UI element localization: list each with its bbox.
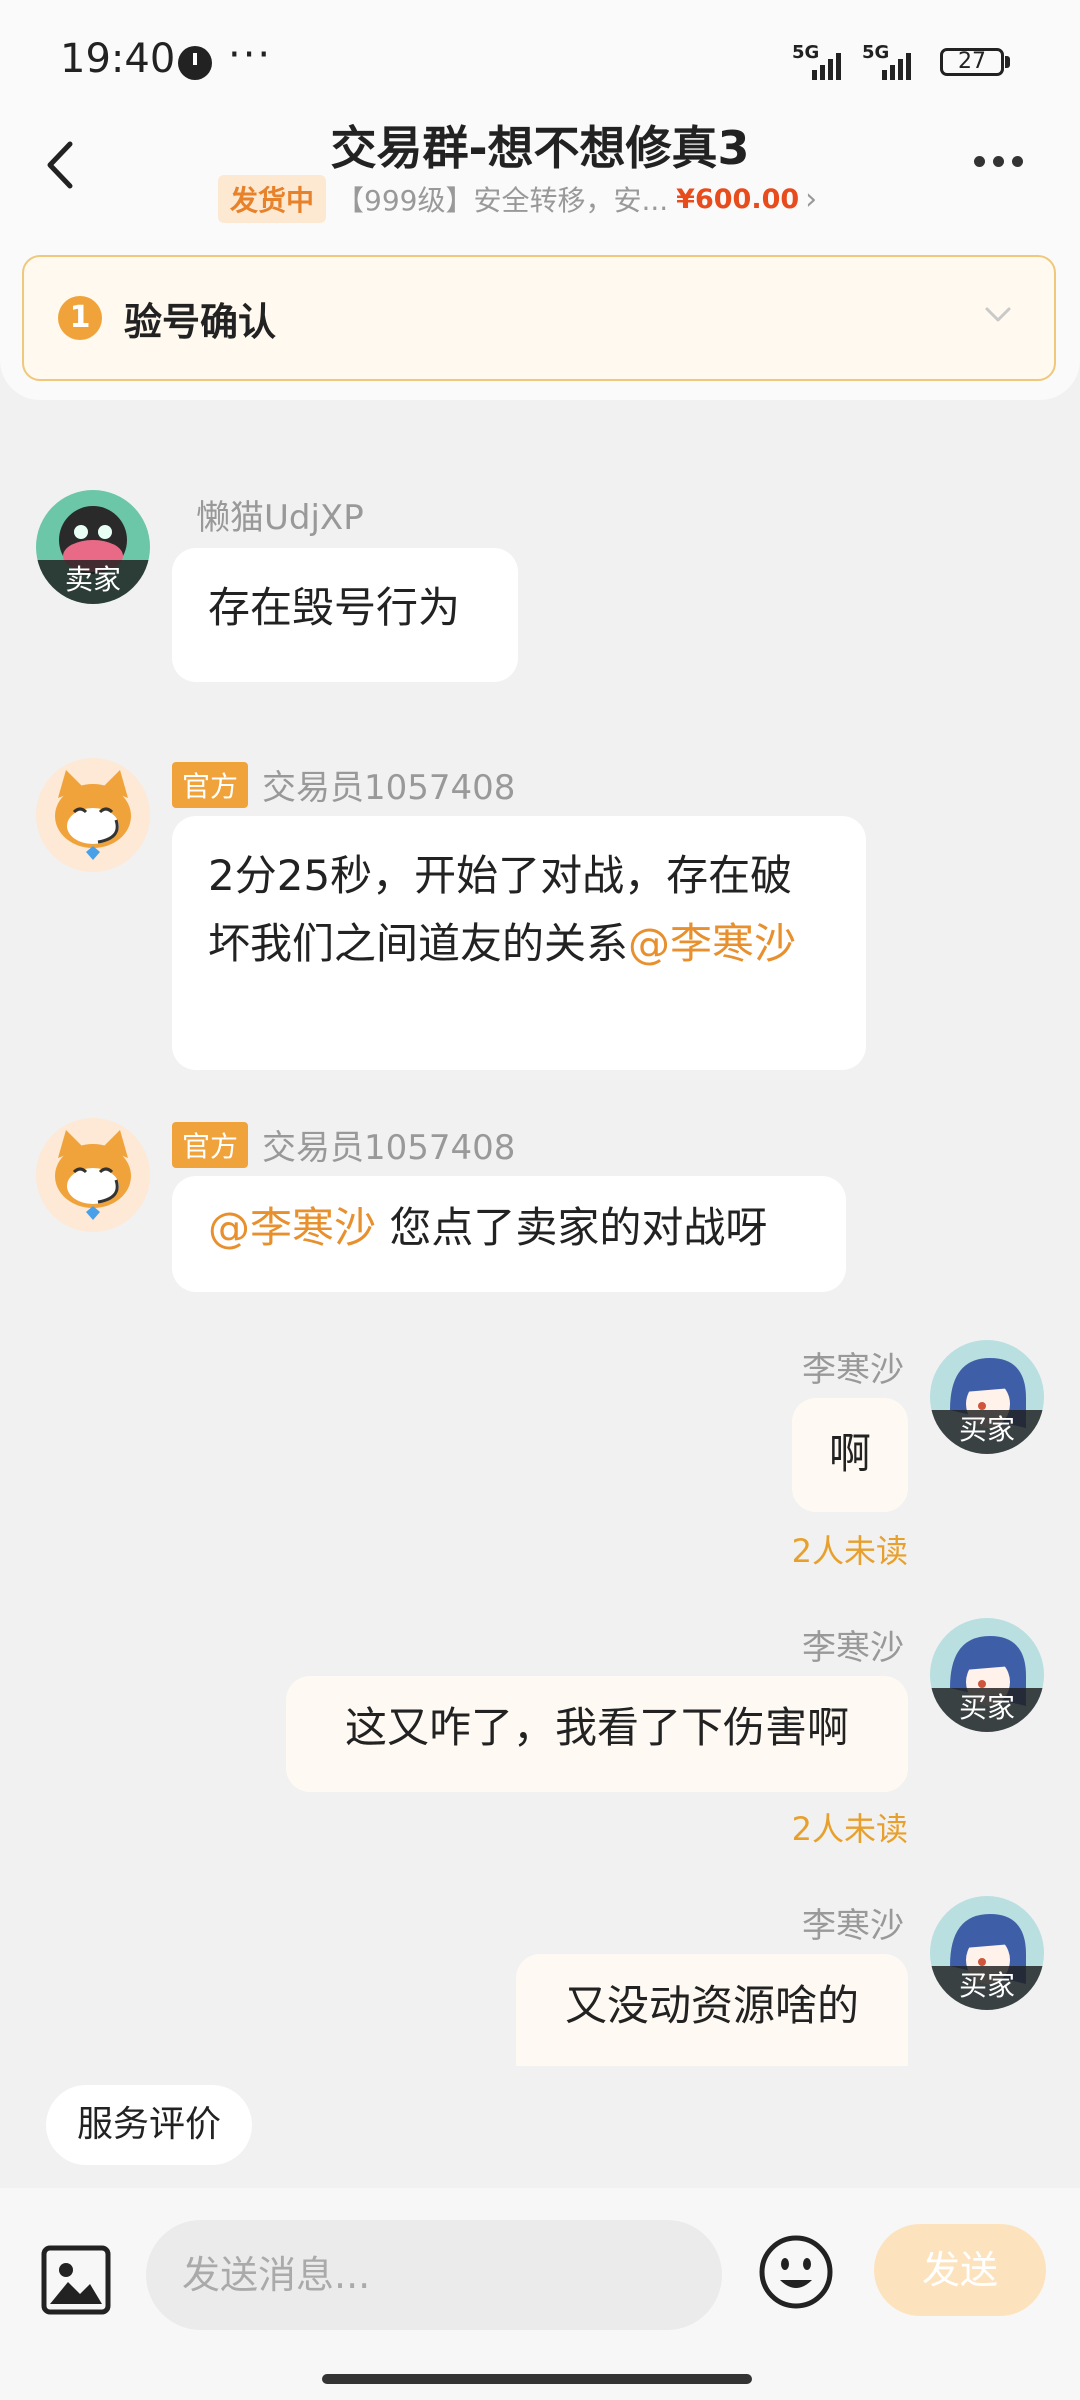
send-button[interactable]: 发送: [874, 2224, 1046, 2316]
seller-role-tag: 卖家: [36, 560, 150, 604]
read-status: 2人未读: [791, 1810, 908, 1848]
sender-name: 交易员1057408: [262, 1128, 516, 1168]
buyer-avatar[interactable]: 买家: [930, 1896, 1044, 2010]
network-type-label: 5G: [792, 42, 820, 63]
emoji-icon[interactable]: [758, 2234, 834, 2310]
sender-name: 李寒沙: [802, 1350, 904, 1390]
order-summary-link[interactable]: 发货中 【999级】安全转移，安... ¥600.00 ›: [218, 175, 818, 223]
chat-title: 交易群-想不想修真3: [330, 121, 750, 175]
message-text: 啊: [828, 1429, 871, 1478]
message-text: 又没动资源啥的: [564, 1981, 859, 2030]
buyer-avatar[interactable]: 买家: [930, 1618, 1044, 1732]
message-bubble[interactable]: 啊: [792, 1398, 908, 1512]
image-icon[interactable]: [40, 2244, 112, 2316]
step-number-badge: 1: [58, 296, 102, 340]
home-indicator[interactable]: [322, 2374, 752, 2384]
message-bubble[interactable]: 这又咋了，我看了下伤害啊: [286, 1676, 908, 1792]
read-status: 2人未读: [791, 1532, 908, 1570]
buyer-avatar[interactable]: 买家: [930, 1340, 1044, 1454]
order-status-badge: 发货中: [218, 175, 327, 223]
trader-avatar[interactable]: [36, 1118, 150, 1232]
status-time: 19:40: [60, 36, 176, 82]
service-review-button[interactable]: 服务评价: [46, 2085, 252, 2165]
signal-icon-1: 5G: [792, 42, 844, 80]
more-options-icon[interactable]: [974, 152, 1031, 171]
message-bubble[interactable]: 存在毁号行为: [172, 548, 518, 682]
network-type-label: 5G: [862, 42, 890, 63]
sender-line: 官方 交易员1057408: [172, 1120, 515, 1169]
sender-name: 李寒沙: [802, 1906, 904, 1946]
buyer-role-tag: 买家: [930, 1410, 1044, 1454]
trader-avatar[interactable]: [36, 758, 150, 872]
sender-name: 懒猫UdjXP: [196, 498, 364, 538]
official-badge: 官方: [172, 1121, 249, 1168]
official-badge: 官方: [172, 761, 249, 808]
message-text: 您点了卖家的对战呀: [376, 1203, 768, 1252]
order-price: ¥600.00: [676, 183, 800, 215]
message-bubble[interactable]: @李寒沙 您点了卖家的对战呀: [172, 1176, 846, 1292]
clock-icon: [178, 46, 212, 80]
message-bubble[interactable]: 又没动资源啥的: [516, 1954, 908, 2066]
battery-icon: 27: [940, 48, 1004, 76]
sender-name: 交易员1057408: [262, 768, 516, 808]
order-description: 【999级】安全转移，安...: [336, 184, 669, 217]
buyer-role-tag: 买家: [930, 1966, 1044, 2010]
seller-avatar[interactable]: 卖家: [36, 490, 150, 604]
sender-line: 官方 交易员1057408: [172, 760, 515, 809]
verify-account-label: 验号确认: [124, 300, 277, 344]
signal-icon-2: 5G: [862, 42, 914, 80]
mention-link[interactable]: @李寒沙: [628, 919, 796, 968]
status-more-icon: ···: [228, 32, 273, 78]
battery-tip: [1005, 56, 1010, 68]
message-bubble[interactable]: 2分25秒，开始了对战，存在破坏我们之间道友的关系@李寒沙: [172, 816, 866, 1070]
buyer-role-tag: 买家: [930, 1688, 1044, 1732]
sender-name: 李寒沙: [802, 1628, 904, 1668]
message-input[interactable]: [146, 2220, 722, 2330]
message-text: 这又咋了，我看了下伤害啊: [344, 1703, 849, 1752]
mention-link[interactable]: @李寒沙: [208, 1203, 376, 1252]
message-text: 存在毁号行为: [208, 583, 461, 632]
chevron-down-icon[interactable]: [984, 300, 1012, 328]
chevron-right-icon: ›: [805, 181, 818, 217]
